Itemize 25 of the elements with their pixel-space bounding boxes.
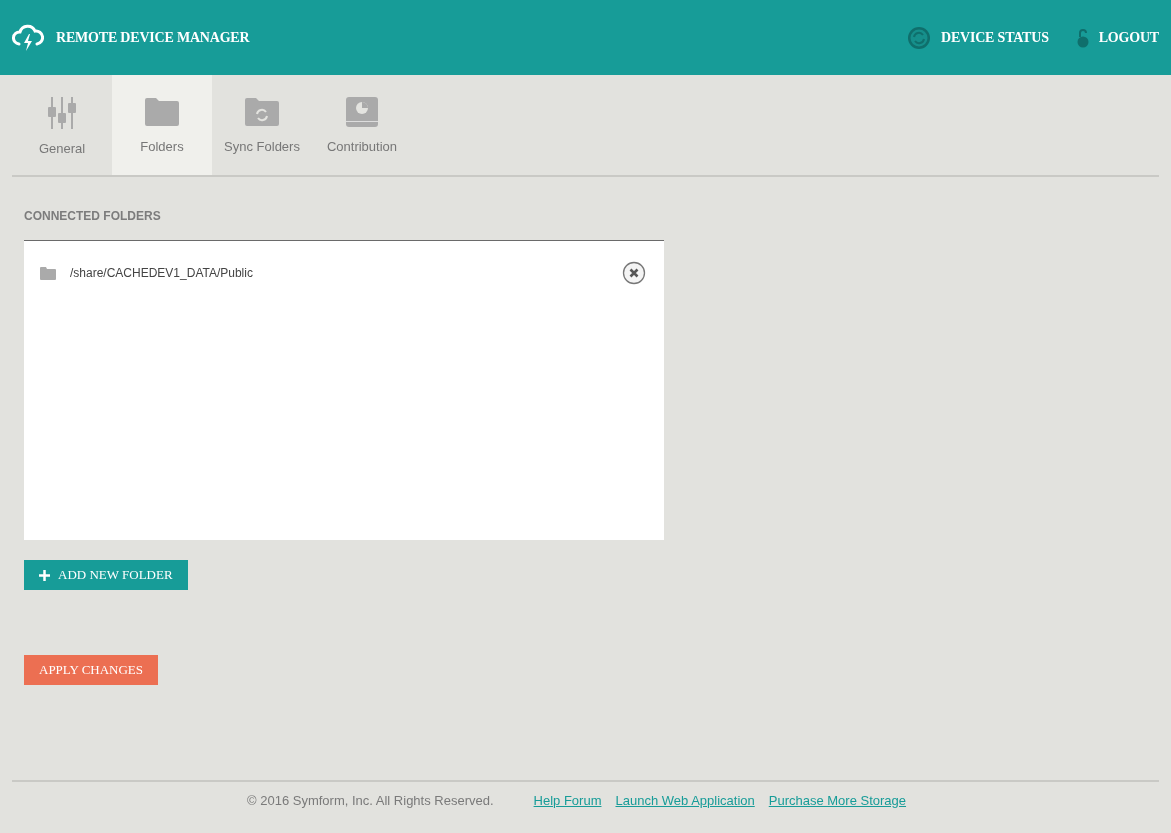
folder-path: /share/CACHEDEV1_DATA/Public <box>70 266 254 280</box>
footer-link[interactable]: Launch Web Application <box>615 793 755 808</box>
apply-changes-button[interactable]: APPLY CHANGES <box>24 655 159 685</box>
drive-icon <box>346 97 378 127</box>
padlock-icon[interactable] <box>1076 27 1089 48</box>
tab[interactable]: Folders <box>112 75 212 175</box>
section-heading: CONNECTED FOLDERS <box>24 209 162 223</box>
tab[interactable]: General <box>12 75 112 175</box>
folder-icon <box>145 97 179 127</box>
device-status-link[interactable]: DEVICE STATUS <box>941 29 1049 46</box>
tab[interactable]: Sync Folders <box>212 75 312 175</box>
footer-link[interactable]: Help Forum <box>533 793 602 808</box>
folder-icon <box>40 266 56 280</box>
sync-icon[interactable] <box>907 25 931 50</box>
tab[interactable]: Contribution <box>312 75 412 175</box>
plus-icon <box>39 569 50 581</box>
footer-link[interactable]: Purchase More Storage <box>768 793 907 808</box>
cloud-lightning-icon <box>12 23 44 52</box>
logout-link[interactable]: LOGOUT <box>1098 29 1159 46</box>
folder-sync-icon <box>245 97 279 127</box>
sliders-icon <box>47 97 77 129</box>
copyright-text: © 2016 Symform, Inc. All Rights Reserved. <box>247 793 494 808</box>
add-folder-button[interactable]: ADD NEW FOLDER <box>24 560 188 590</box>
remove-button[interactable] <box>622 261 646 285</box>
app-title: REMOTE DEVICE MANAGER <box>56 29 250 46</box>
